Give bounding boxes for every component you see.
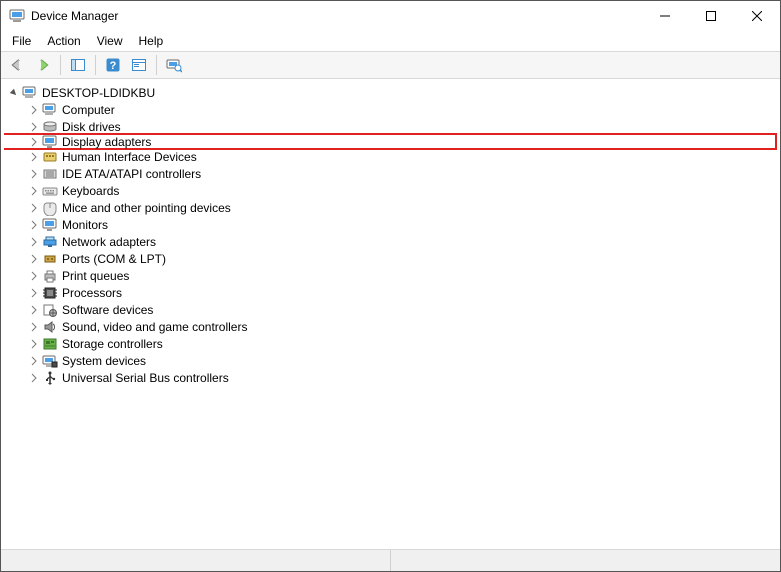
toolbar-forward-button[interactable] — [31, 53, 55, 77]
tree-item[interactable]: Storage controllers — [4, 335, 777, 352]
display-icon — [42, 134, 58, 150]
app-icon — [9, 8, 25, 24]
computer-root-icon — [22, 85, 38, 101]
tree-item[interactable]: Monitors — [4, 216, 777, 233]
tree-item-label: Mice and other pointing devices — [62, 201, 235, 215]
expand-icon[interactable] — [28, 253, 40, 265]
toolbar-console-tree-button[interactable] — [66, 53, 90, 77]
menu-view[interactable]: View — [90, 32, 130, 50]
device-tree[interactable]: DESKTOP-LDIDKBU Computer Disk drivesDispl… — [3, 81, 778, 547]
toolbar-separator — [60, 55, 61, 75]
statusbar — [1, 549, 780, 571]
tree-item[interactable]: System devices — [4, 352, 777, 369]
expand-icon[interactable] — [28, 372, 40, 384]
tree-root[interactable]: DESKTOP-LDIDKBU — [4, 84, 777, 101]
printer-icon — [42, 268, 58, 284]
tree-item-label: Ports (COM & LPT) — [62, 252, 170, 266]
tree-item-label: Monitors — [62, 218, 112, 232]
network-icon — [42, 234, 58, 250]
tree-item-label: Display adapters — [62, 135, 155, 149]
tree-item[interactable]: Keyboards — [4, 182, 777, 199]
tree-item-label: IDE ATA/ATAPI controllers — [62, 167, 205, 181]
tree-item[interactable]: Sound, video and game controllers — [4, 318, 777, 335]
menu-help[interactable]: Help — [132, 32, 171, 50]
tree-item[interactable]: Software devices — [4, 301, 777, 318]
maximize-button[interactable] — [688, 1, 734, 31]
hid-icon — [42, 149, 58, 165]
menu-file[interactable]: File — [5, 32, 38, 50]
tree-item-label: Network adapters — [62, 235, 160, 249]
expand-icon[interactable] — [28, 136, 40, 148]
toolbar-scan-button[interactable] — [162, 53, 186, 77]
toolbar-help-button[interactable]: ? — [101, 53, 125, 77]
keyboard-icon — [42, 183, 58, 199]
menubar: File Action View Help — [1, 31, 780, 51]
tree-item[interactable]: IDE ATA/ATAPI controllers — [4, 165, 777, 182]
tree-item-label: Computer — [62, 103, 119, 117]
tree-item-label: Keyboards — [62, 184, 123, 198]
tree-item-label: Print queues — [62, 269, 133, 283]
tree-item[interactable]: Ports (COM & LPT) — [4, 250, 777, 267]
tree-item-label: Software devices — [62, 303, 157, 317]
toolbar-separator — [156, 55, 157, 75]
disk-icon — [42, 119, 58, 135]
tree-item-label: Universal Serial Bus controllers — [62, 371, 233, 385]
expand-icon[interactable] — [28, 270, 40, 282]
menu-action[interactable]: Action — [40, 32, 87, 50]
computer-icon — [42, 102, 58, 118]
tree-item-label: Sound, video and game controllers — [62, 320, 251, 334]
port-icon — [42, 251, 58, 267]
close-button[interactable] — [734, 1, 780, 31]
tree-root-label: DESKTOP-LDIDKBU — [42, 86, 159, 100]
expand-icon[interactable] — [28, 321, 40, 333]
software-icon — [42, 302, 58, 318]
tree-item[interactable]: Universal Serial Bus controllers — [4, 369, 777, 386]
monitor-icon — [42, 217, 58, 233]
collapse-icon[interactable] — [8, 87, 20, 99]
cpu-icon — [42, 285, 58, 301]
tree-item-label: Processors — [62, 286, 126, 300]
expand-icon[interactable] — [28, 104, 40, 116]
expand-icon[interactable] — [28, 304, 40, 316]
tree-item[interactable]: Computer — [4, 101, 777, 118]
tree-item-label: Storage controllers — [62, 337, 167, 351]
toolbar-properties-button[interactable] — [127, 53, 151, 77]
expand-icon[interactable] — [28, 168, 40, 180]
tree-item-label: Disk drives — [62, 120, 125, 134]
expand-icon[interactable] — [28, 219, 40, 231]
toolbar: ? — [1, 51, 780, 79]
expand-icon[interactable] — [28, 355, 40, 367]
expand-icon[interactable] — [28, 338, 40, 350]
system-icon — [42, 353, 58, 369]
sound-icon — [42, 319, 58, 335]
tree-item[interactable]: Human Interface Devices — [4, 148, 777, 165]
status-cell — [1, 550, 391, 571]
usb-icon — [42, 370, 58, 386]
tree-item[interactable]: Mice and other pointing devices — [4, 199, 777, 216]
tree-item-label: Human Interface Devices — [62, 150, 201, 164]
toolbar-separator — [95, 55, 96, 75]
expand-icon[interactable] — [28, 236, 40, 248]
window-title: Device Manager — [31, 9, 118, 23]
expand-icon[interactable] — [28, 151, 40, 163]
titlebar: Device Manager — [1, 1, 780, 31]
minimize-button[interactable] — [642, 1, 688, 31]
ide-icon — [42, 166, 58, 182]
tree-item[interactable]: Network adapters — [4, 233, 777, 250]
expand-icon[interactable] — [28, 287, 40, 299]
tree-item[interactable]: Processors — [4, 284, 777, 301]
status-cell — [391, 550, 780, 571]
mouse-icon — [42, 200, 58, 216]
tree-item-label: System devices — [62, 354, 150, 368]
svg-text:?: ? — [110, 60, 117, 72]
storage-icon — [42, 336, 58, 352]
expand-icon[interactable] — [28, 202, 40, 214]
tree-item[interactable]: Print queues — [4, 267, 777, 284]
expand-icon[interactable] — [28, 121, 40, 133]
expand-icon[interactable] — [28, 185, 40, 197]
toolbar-back-button[interactable] — [5, 53, 29, 77]
